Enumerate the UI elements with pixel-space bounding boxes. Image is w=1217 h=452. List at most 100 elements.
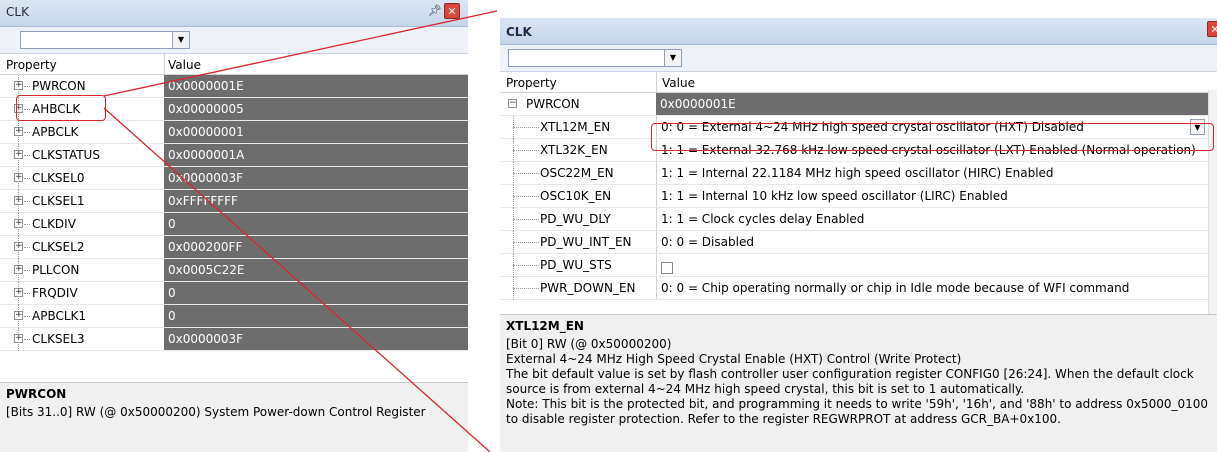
register-value[interactable]: 0x0000001A: [164, 144, 468, 166]
table-row[interactable]: + APBCLK1 0: [0, 305, 468, 328]
table-row[interactable]: OSC22M_EN 1: 1 = Internal 22.1184 MHz hig…: [500, 162, 1217, 185]
tree-connector: [24, 224, 30, 225]
property-column-header[interactable]: Property: [6, 58, 57, 72]
register-value[interactable]: 0x00000001: [164, 121, 468, 143]
description-title: PWRCON: [6, 387, 67, 401]
tree-connector: [513, 127, 539, 128]
table-row[interactable]: + APBCLK 0x00000001: [0, 121, 468, 144]
expand-icon[interactable]: +: [14, 265, 23, 274]
clk-panel-left: CLK 📌︎ ✕ ▼ Property Value + PWRCON 0x00000…: [0, 0, 468, 452]
description-line: to disable register protection. Refer to…: [506, 412, 1061, 426]
expand-icon[interactable]: +: [14, 173, 23, 182]
field-value[interactable]: 1: 1 = Internal 10 kHz low speed oscilla…: [656, 185, 1209, 207]
description-text: [Bits 31..0] RW (@ 0x50000200) System Po…: [6, 405, 426, 419]
register-value[interactable]: 0x0000001E: [164, 75, 468, 97]
expand-icon[interactable]: +: [14, 288, 23, 297]
tree-connector: [24, 247, 30, 248]
register-select[interactable]: ▼: [508, 49, 682, 67]
chevron-down-icon[interactable]: ▼: [172, 32, 189, 48]
expand-icon[interactable]: +: [14, 219, 23, 228]
annotation-highlight-pwrcon: [16, 95, 106, 121]
expand-icon[interactable]: +: [14, 242, 23, 251]
expand-icon[interactable]: +: [14, 311, 23, 320]
register-value[interactable]: 0x00000005: [164, 98, 468, 120]
panel-title: CLK: [506, 25, 532, 39]
table-row[interactable]: + CLKDIV 0: [0, 213, 468, 236]
tree-connector: [24, 86, 30, 87]
field-value[interactable]: 0: 0 = Disabled: [656, 231, 1209, 253]
register-value[interactable]: 0x0005C22E: [164, 259, 468, 281]
expand-icon[interactable]: +: [14, 196, 23, 205]
value-column-header[interactable]: Value: [662, 76, 695, 90]
register-name: PWRCON: [526, 97, 580, 111]
table-row[interactable]: + PLLCON 0x0005C22E: [0, 259, 468, 282]
description-line: Note: This bit is the protected bit, and…: [506, 397, 1209, 411]
table-row[interactable]: PWR_DOWN_EN 0: 0 = Chip operating normall…: [500, 277, 1217, 300]
description-line: The bit default value is set by flash co…: [506, 367, 1194, 381]
register-select[interactable]: ▼: [20, 31, 190, 49]
field-name: PD_WU_INT_EN: [540, 235, 632, 249]
collapse-icon[interactable]: −: [508, 99, 517, 108]
register-value[interactable]: 0x0000001E: [656, 93, 1209, 115]
register-value[interactable]: 0x0000003F: [164, 328, 468, 350]
chevron-down-icon[interactable]: ▼: [664, 50, 681, 66]
field-value[interactable]: 1: 1 = Clock cycles delay Enabled: [656, 208, 1209, 230]
register-value[interactable]: 0: [164, 282, 468, 304]
register-name: APBCLK: [32, 125, 79, 139]
field-name: PWR_DOWN_EN: [540, 281, 636, 295]
table-row[interactable]: + CLKSEL1 0xFFFFFFFF: [0, 190, 468, 213]
register-name: CLKSEL0: [32, 171, 85, 185]
pin-icon[interactable]: 📌︎: [428, 4, 442, 18]
expand-icon[interactable]: +: [14, 334, 23, 343]
field-name: XTL32K_EN: [540, 143, 608, 157]
tree-connector: [513, 288, 539, 289]
tree-connector: [24, 132, 30, 133]
tree-connector: [24, 293, 30, 294]
expand-icon[interactable]: +: [14, 81, 23, 90]
field-value[interactable]: 1: 1 = Internal 22.1184 MHz high speed o…: [656, 162, 1209, 184]
register-value[interactable]: 0x0000003F: [164, 167, 468, 189]
table-row[interactable]: PD_WU_INT_EN 0: 0 = Disabled: [500, 231, 1217, 254]
table-row[interactable]: + CLKSEL2 0x000200FF: [0, 236, 468, 259]
property-column-header[interactable]: Property: [506, 76, 557, 90]
close-icon[interactable]: ✕: [1207, 21, 1217, 37]
table-row[interactable]: + CLKSTATUS 0x0000001A: [0, 144, 468, 167]
grid-header: Property Value: [0, 54, 468, 75]
description-title: XTL12M_EN: [506, 319, 584, 333]
table-row[interactable]: + CLKSEL3 0x0000003F: [0, 328, 468, 351]
register-name: CLKSEL3: [32, 332, 85, 346]
tree-connector: [24, 178, 30, 179]
table-row[interactable]: PD_WU_STS: [500, 254, 1217, 277]
field-name: XTL12M_EN: [540, 120, 611, 134]
register-name: CLKSEL2: [32, 240, 85, 254]
description-line: [Bit 0] RW (@ 0x50000200): [506, 337, 672, 351]
value-column-header[interactable]: Value: [168, 58, 201, 72]
field-value[interactable]: [656, 254, 1209, 276]
field-name: PD_WU_STS: [540, 258, 612, 272]
description-line: External 4~24 MHz High Speed Crystal Ena…: [506, 352, 962, 366]
table-row[interactable]: + CLKSEL0 0x0000003F: [0, 167, 468, 190]
column-separator[interactable]: [656, 72, 657, 92]
table-row[interactable]: + FRQDIV 0: [0, 282, 468, 305]
expand-icon[interactable]: +: [14, 127, 23, 136]
field-name: PD_WU_DLY: [540, 212, 611, 226]
panel-titlebar: CLK 📌︎ ✕: [0, 0, 468, 27]
table-row[interactable]: OSC10K_EN 1: 1 = Internal 10 kHz low spee…: [500, 185, 1217, 208]
register-value[interactable]: 0x000200FF: [164, 236, 468, 258]
expand-icon[interactable]: +: [14, 150, 23, 159]
status-checkbox[interactable]: [661, 262, 673, 274]
close-icon[interactable]: ✕: [444, 3, 460, 19]
table-row[interactable]: − PWRCON 0x0000001E: [500, 93, 1217, 116]
table-row[interactable]: PD_WU_DLY 1: 1 = Clock cycles delay Enabl…: [500, 208, 1217, 231]
column-separator[interactable]: [164, 54, 165, 74]
tree-connector: [24, 270, 30, 271]
clk-panel-right: CLK ✕ ▼ Property Value − PWRCON 0x0000001E…: [500, 18, 1217, 452]
register-name: CLKSEL1: [32, 194, 85, 208]
register-value[interactable]: 0xFFFFFFFF: [164, 190, 468, 212]
annotation-highlight-xtl12m: [651, 123, 1214, 151]
register-value[interactable]: 0: [164, 305, 468, 327]
tree-connector: [24, 201, 30, 202]
register-value[interactable]: 0: [164, 213, 468, 235]
tree-connector: [513, 150, 539, 151]
field-value[interactable]: 0: 0 = Chip operating normally or chip i…: [656, 277, 1209, 299]
